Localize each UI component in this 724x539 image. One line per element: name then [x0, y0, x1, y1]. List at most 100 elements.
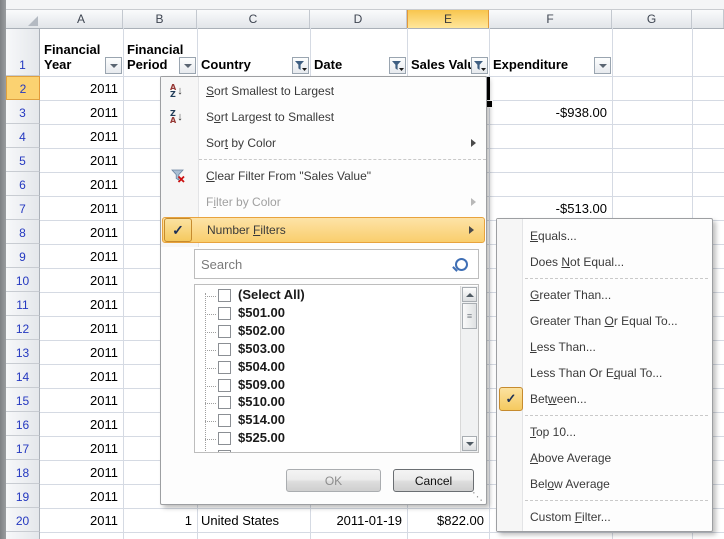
row-header-14[interactable]: 14: [6, 364, 40, 388]
filter-button-B[interactable]: [179, 57, 196, 74]
cell-A7[interactable]: 2011: [40, 196, 118, 220]
header-cell-A1[interactable]: Financial Year: [40, 28, 123, 76]
submenu-item-top-10[interactable]: Top 10...: [497, 419, 712, 445]
value-checkbox[interactable]: [218, 325, 231, 338]
row-header-10[interactable]: 10: [6, 268, 40, 292]
header-cell-E1[interactable]: Sales Value: [407, 28, 489, 76]
value-checkbox[interactable]: [218, 450, 231, 453]
column-header-C[interactable]: C: [197, 10, 310, 28]
cell-A15[interactable]: 2011: [40, 388, 118, 412]
submenu-item-greater-than-or-equal-to[interactable]: Greater Than Or Equal To...: [497, 308, 712, 334]
cell-A11[interactable]: 2011: [40, 292, 118, 316]
cell-A19[interactable]: 2011: [40, 484, 118, 508]
row-header-6[interactable]: 6: [6, 172, 40, 196]
cell-B20[interactable]: 1: [123, 508, 192, 532]
row-header-15[interactable]: 15: [6, 388, 40, 412]
filter-button-A[interactable]: [105, 57, 122, 74]
cell-A6[interactable]: 2011: [40, 172, 118, 196]
cell-A9[interactable]: 2011: [40, 244, 118, 268]
header-cell-C1[interactable]: Country: [197, 28, 310, 76]
value-checkbox[interactable]: [218, 432, 231, 445]
cell-D20[interactable]: 2011-01-19: [310, 508, 402, 532]
search-input[interactable]: [195, 250, 478, 278]
submenu-item-below-average[interactable]: Below Average: [497, 471, 712, 497]
header-cell-B1[interactable]: Financial Period: [123, 28, 197, 76]
filter-button-E[interactable]: [471, 57, 488, 74]
row-header-12[interactable]: 12: [6, 316, 40, 340]
header-cell-F1[interactable]: Expenditure: [489, 28, 612, 76]
cell-A5[interactable]: 2011: [40, 148, 118, 172]
menu-item-number-filters[interactable]: Number Filters: [162, 217, 485, 243]
column-header-G[interactable]: G: [612, 10, 692, 28]
cell-F3[interactable]: -$938.00: [489, 100, 607, 124]
cell-A8[interactable]: 2011: [40, 220, 118, 244]
scroll-up-button[interactable]: [462, 287, 477, 302]
cell-E20[interactable]: $822.00: [407, 508, 484, 532]
cell-A2[interactable]: 2011: [40, 76, 118, 100]
row-header-3[interactable]: 3: [6, 100, 40, 124]
header-cell-D1[interactable]: Date: [310, 28, 407, 76]
column-header-D[interactable]: D: [310, 10, 407, 28]
filter-button-D[interactable]: [389, 57, 406, 74]
cell-A14[interactable]: 2011: [40, 364, 118, 388]
row-header-16[interactable]: 16: [6, 412, 40, 436]
row-header-20[interactable]: 20: [6, 508, 40, 532]
row-header-7[interactable]: 7: [6, 196, 40, 220]
column-header-partial[interactable]: [692, 10, 724, 28]
cell-A17[interactable]: 2011: [40, 436, 118, 460]
filter-values-list[interactable]: (Select All)$501.00$502.00$503.00$504.00…: [194, 284, 479, 453]
value-checkbox[interactable]: [218, 343, 231, 356]
row-header-19[interactable]: 19: [6, 484, 40, 508]
filter-button-C[interactable]: [292, 57, 309, 74]
menu-item-sort-by-color[interactable]: Sort by Color: [161, 130, 486, 156]
value-checkbox[interactable]: [218, 307, 231, 320]
cell-C20[interactable]: United States: [201, 508, 310, 532]
submenu-item-equals[interactable]: Equals...: [497, 223, 712, 249]
cell-A18[interactable]: 2011: [40, 460, 118, 484]
cell-A12[interactable]: 2011: [40, 316, 118, 340]
row-header-18[interactable]: 18: [6, 460, 40, 484]
row-header-2[interactable]: 2: [6, 76, 40, 100]
cell-A3[interactable]: 2011: [40, 100, 118, 124]
submenu-item-above-average[interactable]: Above Average: [497, 445, 712, 471]
row-header-9[interactable]: 9: [6, 244, 40, 268]
column-header-A[interactable]: A: [40, 10, 123, 28]
row-header-17[interactable]: 17: [6, 436, 40, 460]
row-header-5[interactable]: 5: [6, 148, 40, 172]
menu-item-sort-smallest-to-largest[interactable]: AZ↓Sort Smallest to Largest: [161, 78, 486, 104]
resize-grip[interactable]: ⋱: [472, 492, 483, 503]
scroll-thumb[interactable]: ≡: [462, 303, 477, 329]
row-header-21[interactable]: 21: [6, 532, 40, 539]
cell-A10[interactable]: 2011: [40, 268, 118, 292]
submenu-item-custom-filter[interactable]: Custom Filter...: [497, 504, 712, 530]
submenu-item-less-than[interactable]: Less Than...: [497, 334, 712, 360]
submenu-item-greater-than[interactable]: Greater Than...: [497, 282, 712, 308]
column-header-F[interactable]: F: [489, 10, 612, 28]
value-checkbox[interactable]: [218, 414, 231, 427]
cell-A13[interactable]: 2011: [40, 340, 118, 364]
select-all-corner[interactable]: [6, 10, 41, 29]
value-checkbox[interactable]: [218, 379, 231, 392]
submenu-item-does-not-equal[interactable]: Does Not Equal...: [497, 249, 712, 275]
scroll-down-button[interactable]: [462, 436, 477, 451]
row-header-1[interactable]: 1: [6, 28, 40, 76]
cell-A4[interactable]: 2011: [40, 124, 118, 148]
submenu-item-less-than-or-equal-to[interactable]: Less Than Or Equal To...: [497, 360, 712, 386]
list-scrollbar[interactable]: ≡: [460, 286, 478, 452]
value-checkbox[interactable]: [218, 289, 231, 302]
ok-button[interactable]: OK: [286, 469, 381, 492]
row-header-4[interactable]: 4: [6, 124, 40, 148]
cancel-button[interactable]: Cancel: [393, 469, 474, 492]
cell-A20[interactable]: 2011: [40, 508, 118, 532]
row-header-13[interactable]: 13: [6, 340, 40, 364]
row-header-11[interactable]: 11: [6, 292, 40, 316]
column-header-E[interactable]: E: [407, 10, 489, 28]
submenu-item-between[interactable]: Between...✓: [497, 386, 712, 412]
menu-item-clear-filter[interactable]: Clear Filter From "Sales Value": [161, 163, 486, 189]
cell-A16[interactable]: 2011: [40, 412, 118, 436]
menu-item-sort-largest-to-smallest[interactable]: ZA↓Sort Largest to Smallest: [161, 104, 486, 130]
value-checkbox[interactable]: [218, 396, 231, 409]
column-header-B[interactable]: B: [123, 10, 197, 28]
filter-button-F[interactable]: [594, 57, 611, 74]
row-header-8[interactable]: 8: [6, 220, 40, 244]
